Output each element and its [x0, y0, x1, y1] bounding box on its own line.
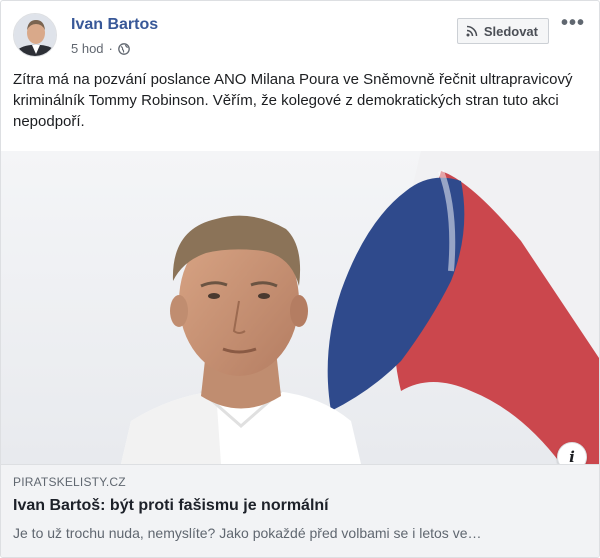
link-domain: PIRATSKELISTY.CZ — [13, 475, 126, 489]
meta-separator: · — [108, 41, 113, 56]
info-icon[interactable]: i — [557, 442, 587, 464]
facebook-post: Ivan Bartos 5 hod · Sledovat ••• Zítra m… — [0, 0, 600, 558]
avatar[interactable] — [13, 13, 57, 57]
post-meta: 5 hod · — [71, 41, 130, 56]
avatar-photo — [14, 14, 56, 56]
link-preview[interactable]: PIRATSKELISTY.CZ Ivan Bartoš: být proti … — [1, 464, 599, 557]
post-time[interactable]: 5 hod — [71, 41, 104, 56]
more-icon[interactable]: ••• — [561, 13, 585, 33]
globe-icon[interactable] — [118, 42, 130, 55]
rss-icon — [466, 25, 478, 37]
link-title[interactable]: Ivan Bartoš: být proti fašismu je normál… — [13, 497, 589, 515]
post-text: Zítra má na pozvání poslance ANO Milana … — [13, 71, 573, 130]
follow-label: Sledovat — [483, 23, 538, 39]
preview-photo — [1, 151, 599, 464]
author-name[interactable]: Ivan Bartos — [71, 16, 158, 34]
link-preview-image[interactable]: i — [1, 151, 599, 464]
post-header: Ivan Bartos 5 hod · Sledovat ••• — [13, 13, 587, 61]
follow-button[interactable]: Sledovat — [456, 18, 549, 44]
link-description: Je to už trochu nuda, nemyslíte? Jako po… — [13, 525, 482, 541]
